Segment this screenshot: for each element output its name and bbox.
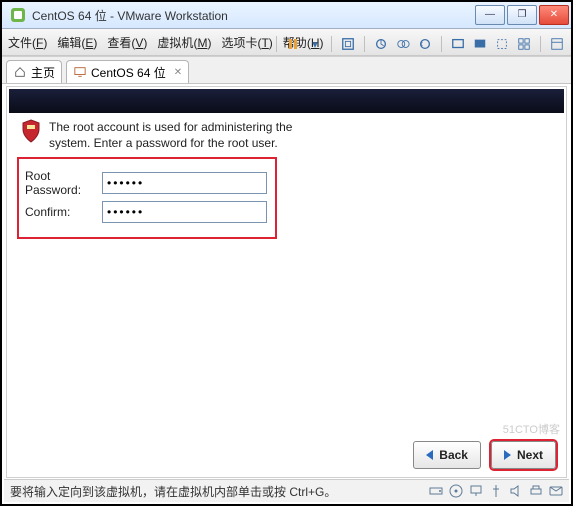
next-button[interactable]: Next xyxy=(491,441,556,469)
hdd-icon[interactable] xyxy=(429,484,443,498)
printer-icon[interactable] xyxy=(529,484,543,498)
installer-message: The root account is used for administeri… xyxy=(49,119,309,151)
root-password-input[interactable] xyxy=(102,172,267,194)
menu-edit[interactable]: 编辑(E) xyxy=(57,34,97,51)
toolbar-separator xyxy=(276,36,277,52)
title-bar: CentOS 64 位 - VMware Workstation — ❐ ✕ xyxy=(2,2,571,29)
next-button-label: Next xyxy=(517,448,543,462)
app-window: CentOS 64 位 - VMware Workstation — ❐ ✕ 文… xyxy=(0,0,573,506)
toolbar-separator xyxy=(364,36,365,52)
toolbar-separator xyxy=(540,36,541,52)
send-ctrl-alt-del-icon[interactable] xyxy=(340,36,356,52)
play-dropdown-icon[interactable]: ▾ xyxy=(307,36,323,52)
arrow-left-icon xyxy=(426,450,433,460)
tab-home-label: 主页 xyxy=(31,64,55,81)
message-icon[interactable] xyxy=(549,484,563,498)
snapshot-icon[interactable] xyxy=(373,36,389,52)
usb-icon[interactable] xyxy=(489,484,503,498)
unity-icon[interactable] xyxy=(472,36,488,52)
menu-view[interactable]: 查看(V) xyxy=(107,34,147,51)
toolbar: ▾ xyxy=(274,32,565,56)
snapshot-manager-icon[interactable] xyxy=(395,36,411,52)
tab-close-icon[interactable]: ✕ xyxy=(174,67,182,78)
tab-centos[interactable]: CentOS 64 位 ✕ xyxy=(66,60,189,83)
library-icon[interactable] xyxy=(549,36,565,52)
menu-vm[interactable]: 虚拟机(M) xyxy=(157,34,211,51)
tab-centos-label: CentOS 64 位 xyxy=(91,64,166,81)
installer-banner xyxy=(9,89,564,113)
menu-file[interactable]: 文件(F) xyxy=(8,34,47,51)
fullscreen-icon[interactable] xyxy=(450,36,466,52)
arrow-right-icon xyxy=(504,450,511,460)
pause-icon[interactable] xyxy=(285,36,301,52)
back-button-label: Back xyxy=(439,448,468,462)
thumbnail-icon[interactable] xyxy=(516,36,532,52)
status-device-icons xyxy=(429,484,563,498)
vmware-icon xyxy=(10,7,26,23)
vm-viewport[interactable]: The root account is used for administeri… xyxy=(6,86,567,478)
tab-strip: 主页 CentOS 64 位 ✕ xyxy=(2,56,571,84)
network-icon[interactable] xyxy=(469,484,483,498)
confirm-password-label: Confirm: xyxy=(25,205,102,219)
status-bar: 要将输入定向到该虚拟机，请在虚拟机内部单击或按 Ctrl+G。 xyxy=(4,479,569,502)
tab-home[interactable]: 主页 xyxy=(6,60,62,83)
watermark-text: 51CTO博客 xyxy=(503,421,560,437)
home-icon xyxy=(13,65,27,79)
sound-icon[interactable] xyxy=(509,484,523,498)
back-button[interactable]: Back xyxy=(413,441,481,469)
password-form-highlight: Root Password: Confirm: xyxy=(17,157,277,239)
root-password-label: Root Password: xyxy=(25,169,102,197)
revert-icon[interactable] xyxy=(417,36,433,52)
window-title: CentOS 64 位 - VMware Workstation xyxy=(32,7,475,24)
shield-icon xyxy=(21,119,41,143)
cd-icon[interactable] xyxy=(449,484,463,498)
toolbar-separator xyxy=(441,36,442,52)
maximize-button[interactable]: ❐ xyxy=(507,5,537,25)
minimize-button[interactable]: — xyxy=(475,5,505,25)
status-text: 要将输入定向到该虚拟机，请在虚拟机内部单击或按 Ctrl+G。 xyxy=(10,483,336,500)
installer-nav: Back Next xyxy=(413,441,556,469)
close-button[interactable]: ✕ xyxy=(539,5,569,25)
window-controls: — ❐ ✕ xyxy=(475,5,569,25)
installer-message-row: The root account is used for administeri… xyxy=(7,119,566,151)
stretch-icon[interactable] xyxy=(494,36,510,52)
toolbar-separator xyxy=(331,36,332,52)
confirm-password-input[interactable] xyxy=(102,201,267,223)
monitor-icon xyxy=(73,65,87,79)
menu-tabs[interactable]: 选项卡(T) xyxy=(221,34,272,51)
